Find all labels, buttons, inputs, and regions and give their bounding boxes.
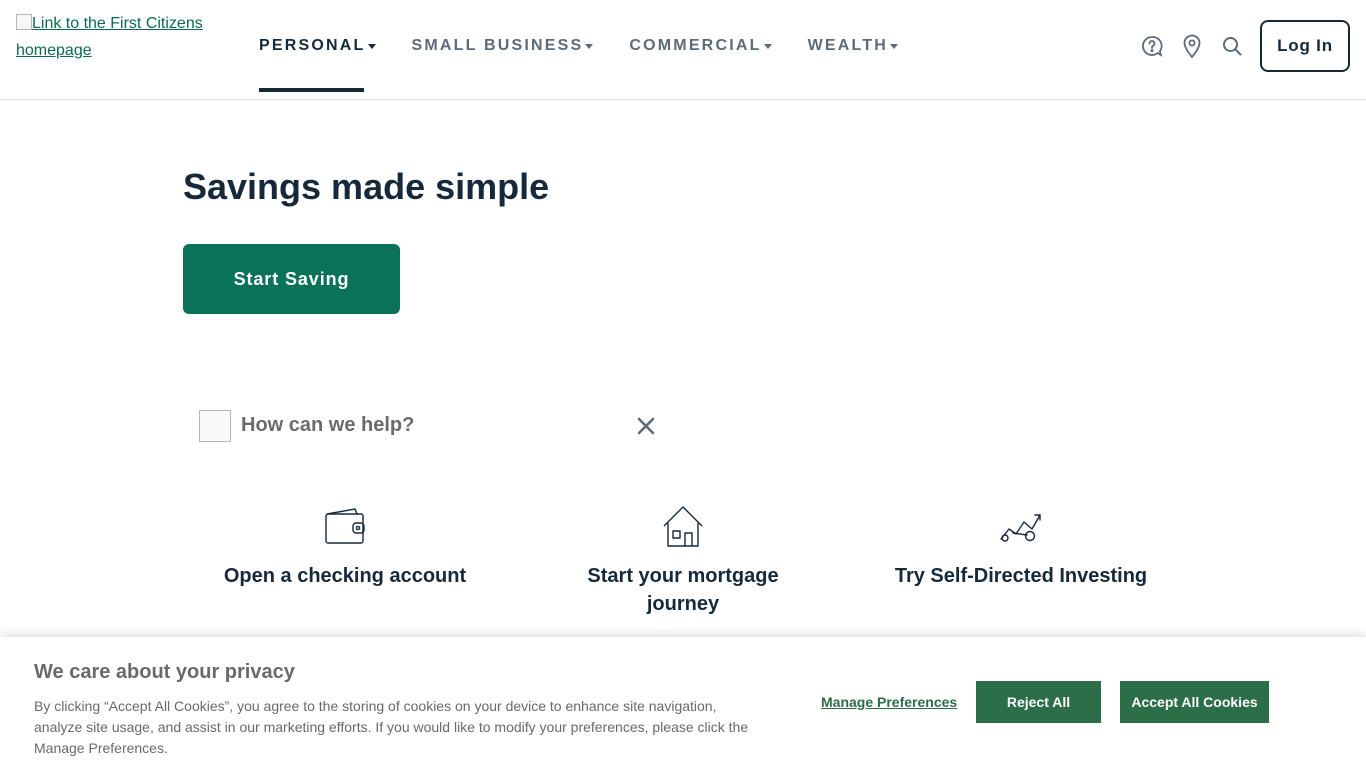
search-icon[interactable]	[1220, 33, 1244, 59]
tile-mortgage[interactable]: Start your mortgage journey	[533, 504, 833, 618]
tile-label: Open a checking account	[223, 565, 467, 587]
nav-label: COMMERCIAL	[629, 37, 762, 54]
cookie-description: By clicking “Accept All Cookies”, you ag…	[34, 698, 749, 756]
nav-label: PERSONAL	[259, 37, 366, 54]
active-nav-indicator	[259, 88, 364, 92]
help-broken-image	[199, 410, 231, 442]
tile-label: Try Self-Directed Investing	[894, 565, 1148, 587]
investing-icon	[871, 504, 1171, 548]
tile-open-checking[interactable]: Open a checking account	[195, 504, 495, 590]
nav-wealth[interactable]: WEALTH	[807, 0, 899, 92]
house-icon	[533, 504, 833, 548]
nav-label: SMALL BUSINESS	[411, 37, 584, 54]
manage-preferences-link[interactable]: Manage Preferences	[821, 694, 957, 710]
help-prompt: How can we help?	[241, 414, 415, 436]
nav-personal[interactable]: PERSONAL	[259, 0, 376, 92]
help-icon[interactable]	[1140, 33, 1164, 59]
close-icon[interactable]	[634, 414, 658, 438]
wallet-icon	[195, 504, 495, 548]
caret-down-icon	[367, 43, 376, 49]
logo-alt-text: Link to the First Citizens homepage	[16, 15, 203, 59]
main-nav: PERSONAL SMALL BUSINESS COMMERCIAL WEALT…	[259, 0, 934, 100]
location-icon[interactable]	[1180, 33, 1204, 59]
nav-commercial[interactable]: COMMERCIAL	[629, 0, 772, 92]
tile-self-directed-investing[interactable]: Try Self-Directed Investing	[871, 504, 1171, 590]
cookie-banner: We care about your privacy By clicking “…	[0, 637, 1366, 768]
nav-label: WEALTH	[807, 37, 889, 54]
start-saving-button[interactable]: Start Saving	[183, 244, 400, 314]
broken-image-icon	[16, 14, 32, 30]
page-title: Savings made simple	[183, 166, 550, 207]
reject-all-button[interactable]: Reject All	[976, 681, 1101, 723]
caret-down-icon	[890, 43, 899, 49]
accept-all-cookies-button[interactable]: Accept All Cookies	[1120, 681, 1269, 723]
homepage-logo-link[interactable]: Link to the First Citizens homepage	[16, 10, 226, 64]
caret-down-icon	[585, 43, 594, 49]
caret-down-icon	[763, 43, 772, 49]
cookie-title: We care about your privacy	[34, 661, 295, 683]
header-utility-icons	[1140, 33, 1244, 59]
nav-small-business[interactable]: SMALL BUSINESS	[412, 0, 594, 92]
tile-label: Start your mortgage journey	[587, 565, 779, 615]
site-header: Link to the First Citizens homepage PERS…	[0, 0, 1366, 100]
login-button[interactable]: Log In	[1260, 20, 1350, 72]
